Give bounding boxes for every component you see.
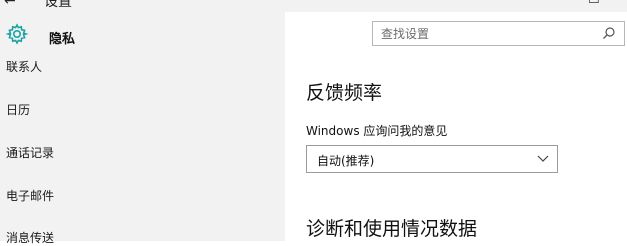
- dropdown-selected-value: 自动(推荐): [317, 154, 375, 168]
- chevron-down-icon: [537, 155, 549, 162]
- sidebar-item-contacts[interactable]: 联系人: [6, 58, 42, 75]
- feedback-frequency-heading: 反馈频率: [306, 82, 383, 104]
- search-icon[interactable]: [602, 26, 616, 40]
- sidebar-item-email[interactable]: 电子邮件: [6, 187, 54, 204]
- gear-icon: [5, 23, 29, 45]
- page-title: 隐私: [49, 32, 76, 47]
- feedback-frequency-dropdown[interactable]: 自动(推荐): [306, 145, 558, 173]
- sidebar-item-messaging[interactable]: 消息传送: [6, 229, 54, 246]
- back-button[interactable]: ←: [4, 0, 16, 9]
- header: 隐私: [0, 16, 627, 58]
- window-title: 设置: [44, 0, 72, 10]
- minimize-button[interactable]: —: [548, 0, 561, 7]
- feedback-frequency-label: Windows 应询问我的意见: [306, 124, 448, 138]
- sidebar-item-call-history[interactable]: 通话记录: [6, 144, 54, 161]
- window-titlebar: ← 设置 — ☐: [0, 0, 627, 12]
- sidebar-item-calendar[interactable]: 日历: [6, 101, 30, 118]
- maximize-button[interactable]: ☐: [588, 0, 600, 7]
- search-input[interactable]: [372, 21, 625, 46]
- diagnostics-heading: 诊断和使用情况数据: [306, 218, 478, 240]
